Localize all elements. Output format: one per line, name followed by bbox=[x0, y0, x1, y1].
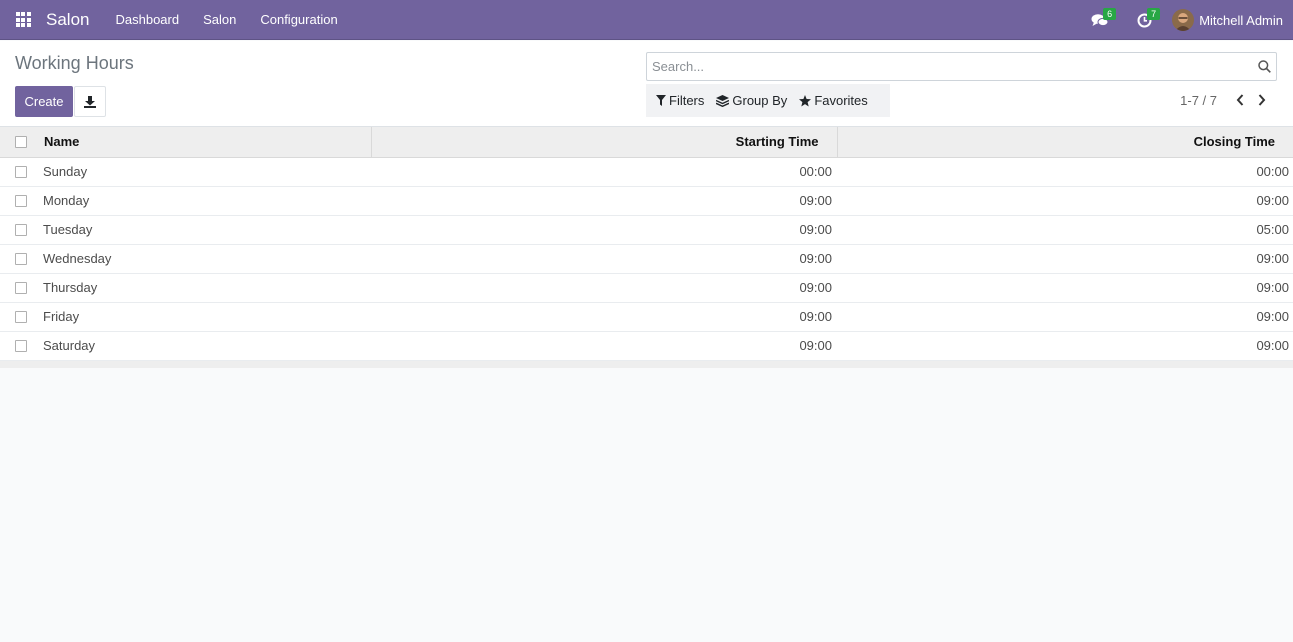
table-footer bbox=[0, 360, 1293, 368]
control-panel: Working Hours Create Filters bbox=[0, 41, 1293, 127]
favorites-label: Favorites bbox=[814, 93, 868, 108]
cell-name: Sunday bbox=[40, 157, 371, 187]
favorites-dropdown[interactable]: Favorites bbox=[793, 84, 873, 117]
cell-closing-time: 09:00 bbox=[837, 186, 1293, 216]
records-table: Name Starting Time Closing Time Sunday 0… bbox=[0, 127, 1293, 368]
table-row[interactable]: Friday 09:00 09:00 bbox=[0, 302, 1293, 332]
table-row[interactable]: Tuesday 09:00 05:00 bbox=[0, 215, 1293, 245]
avatar bbox=[1172, 9, 1195, 31]
row-select-cell bbox=[0, 244, 40, 274]
activities-badge: 7 bbox=[1147, 8, 1161, 20]
row-checkbox[interactable] bbox=[15, 310, 27, 323]
row-checkbox[interactable] bbox=[15, 281, 27, 294]
cell-name: Thursday bbox=[40, 273, 371, 303]
table-header-row: Name Starting Time Closing Time bbox=[0, 127, 1293, 158]
layers-icon bbox=[716, 94, 730, 107]
export-button[interactable] bbox=[74, 86, 106, 117]
cell-starting-time: 09:00 bbox=[371, 186, 837, 216]
pager: 1-7 / 7 bbox=[1180, 86, 1273, 114]
menu-item-configuration[interactable]: Configuration bbox=[248, 0, 349, 40]
cell-name: Monday bbox=[40, 186, 371, 216]
page-title: Working Hours bbox=[15, 53, 134, 73]
main-navbar: Salon Dashboard Salon Configuration 6 7 bbox=[0, 0, 1293, 40]
chevron-left-icon bbox=[1236, 94, 1244, 106]
row-checkbox[interactable] bbox=[15, 165, 27, 178]
cell-starting-time: 09:00 bbox=[371, 215, 837, 245]
menu-item-salon[interactable]: Salon bbox=[191, 0, 248, 40]
cell-closing-time: 09:00 bbox=[837, 244, 1293, 274]
row-checkbox[interactable] bbox=[15, 339, 27, 352]
select-all-cell bbox=[0, 127, 40, 158]
search-input[interactable] bbox=[647, 53, 1252, 80]
cell-name: Tuesday bbox=[40, 215, 371, 245]
row-select-cell bbox=[0, 302, 40, 332]
search-button[interactable] bbox=[1252, 53, 1276, 80]
filters-dropdown[interactable]: Filters bbox=[650, 84, 710, 117]
select-all-checkbox[interactable] bbox=[15, 135, 27, 148]
filters-label: Filters bbox=[669, 93, 705, 108]
table-row[interactable]: Monday 09:00 09:00 bbox=[0, 186, 1293, 216]
pager-value[interactable]: 1-7 / 7 bbox=[1180, 93, 1217, 108]
row-select-cell bbox=[0, 331, 40, 361]
table-row[interactable]: Sunday 00:00 00:00 bbox=[0, 157, 1293, 187]
activities-button[interactable]: 7 bbox=[1122, 0, 1166, 40]
list-view: Name Starting Time Closing Time Sunday 0… bbox=[0, 127, 1293, 368]
user-menu[interactable]: Mitchell Admin bbox=[1172, 0, 1283, 40]
table-row[interactable]: Thursday 09:00 09:00 bbox=[0, 273, 1293, 303]
row-select-cell bbox=[0, 215, 40, 245]
cell-starting-time: 09:00 bbox=[371, 273, 837, 303]
column-header-name[interactable]: Name bbox=[40, 127, 372, 158]
groupby-label: Group By bbox=[732, 93, 788, 108]
messages-button[interactable]: 6 bbox=[1078, 0, 1122, 40]
cell-closing-time: 09:00 bbox=[837, 331, 1293, 361]
cell-starting-time: 00:00 bbox=[371, 157, 837, 187]
table-row[interactable]: Wednesday 09:00 09:00 bbox=[0, 244, 1293, 274]
pager-next-button[interactable] bbox=[1251, 86, 1273, 114]
user-name: Mitchell Admin bbox=[1199, 12, 1283, 28]
column-header-closing-time[interactable]: Closing Time bbox=[837, 127, 1293, 158]
menu-item-dashboard[interactable]: Dashboard bbox=[103, 0, 191, 40]
row-select-cell bbox=[0, 186, 40, 216]
search-bar bbox=[646, 52, 1277, 81]
chevron-right-icon bbox=[1258, 94, 1266, 106]
row-checkbox[interactable] bbox=[15, 252, 27, 265]
row-select-cell bbox=[0, 157, 40, 187]
cell-name: Friday bbox=[40, 302, 371, 332]
cell-closing-time: 00:00 bbox=[837, 157, 1293, 187]
row-select-cell bbox=[0, 273, 40, 303]
table-row[interactable]: Saturday 09:00 09:00 bbox=[0, 331, 1293, 361]
cell-starting-time: 09:00 bbox=[371, 244, 837, 274]
create-button[interactable]: Create bbox=[15, 86, 73, 117]
apps-menu-icon[interactable] bbox=[0, 0, 46, 40]
cell-starting-time: 09:00 bbox=[371, 302, 837, 332]
search-options: Filters Group By Favorites bbox=[646, 84, 890, 117]
cell-closing-time: 09:00 bbox=[837, 302, 1293, 332]
row-checkbox[interactable] bbox=[15, 223, 27, 236]
messages-badge: 6 bbox=[1103, 8, 1117, 20]
column-header-starting-time[interactable]: Starting Time bbox=[371, 127, 838, 158]
row-checkbox[interactable] bbox=[15, 194, 27, 207]
pager-previous-button[interactable] bbox=[1229, 86, 1251, 114]
download-icon bbox=[84, 95, 96, 108]
table-footer-row bbox=[0, 360, 1293, 368]
cell-name: Wednesday bbox=[40, 244, 371, 274]
search-icon bbox=[1257, 60, 1271, 73]
filter-icon bbox=[656, 95, 666, 106]
cell-closing-time: 09:00 bbox=[837, 273, 1293, 303]
cell-name: Saturday bbox=[40, 331, 371, 361]
app-brand[interactable]: Salon bbox=[46, 10, 89, 30]
cell-starting-time: 09:00 bbox=[371, 331, 837, 361]
groupby-dropdown[interactable]: Group By bbox=[710, 84, 793, 117]
cell-closing-time: 05:00 bbox=[837, 215, 1293, 245]
star-icon bbox=[799, 94, 812, 106]
